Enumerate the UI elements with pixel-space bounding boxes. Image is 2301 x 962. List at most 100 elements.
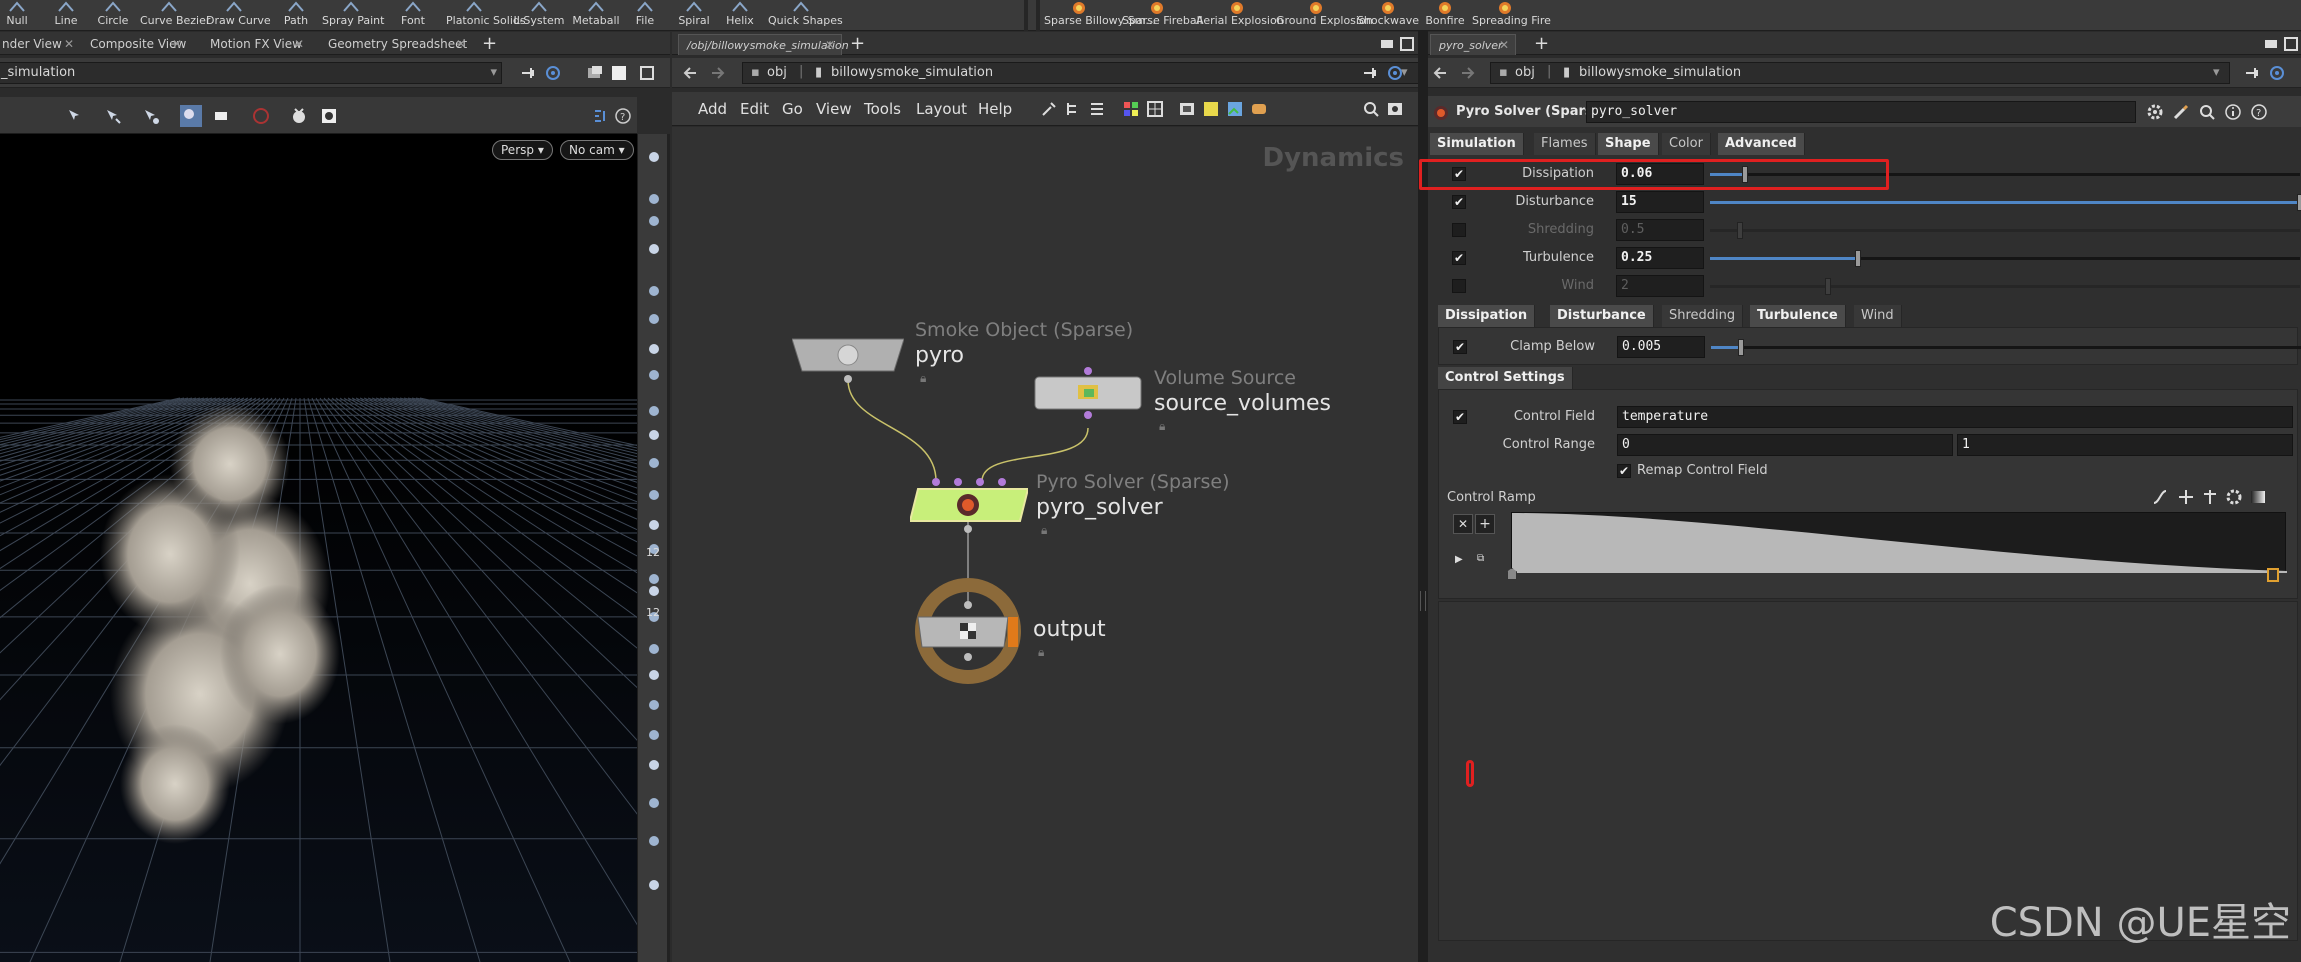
shelf-tool-file[interactable]: File [630,0,660,31]
view-eye-icon[interactable] [1386,100,1404,118]
tab-composite-view[interactable]: Composite View ✕ [82,34,188,55]
scene-path-field[interactable]: _simulation ▾ [0,62,502,84]
control-ramp-graph[interactable] [1511,512,2287,573]
shelf-tool-font[interactable]: Font [396,0,430,31]
back-arrow-icon[interactable] [1432,64,1450,82]
remap-checkbox[interactable]: ✔ [1617,464,1631,478]
search-icon[interactable] [2198,103,2216,121]
smoke-icon[interactable] [645,402,663,420]
shelf-tool-fireball[interactable]: Sparse Fireball [1122,0,1203,31]
ramp-add-icon[interactable]: + [1475,514,1495,534]
forward-arrow-icon[interactable] [708,64,726,82]
tab-motion-fx-view[interactable]: Motion FX View ✕ [202,34,310,55]
mesh-icon[interactable] [645,726,663,744]
link-icon[interactable] [544,64,562,82]
brush-icon[interactable] [2172,103,2190,121]
pin-icon[interactable] [645,876,663,894]
handle-tool-icon[interactable] [142,107,160,125]
turbulence-knob[interactable] [1855,250,1861,267]
node-solver-name[interactable]: pyro_solver [1036,495,1163,520]
tab-flames[interactable]: Flames [1534,133,1596,155]
control-range-max[interactable]: 1 [1957,434,2293,456]
select-tool-icon[interactable] [66,107,84,125]
disturbance-knob[interactable] [2297,194,2301,211]
subtab-wind[interactable]: Wind [1854,305,1902,327]
camera-icon[interactable] [645,366,663,384]
shelf-tool-circle[interactable]: Circle [96,0,130,31]
shelf-tool-curve-bezier[interactable]: Curve Bezier [140,0,210,31]
shelf-tool-bonfire[interactable]: Bonfire [1420,0,1470,31]
shelf-icon[interactable] [645,582,663,600]
tab-network-path[interactable]: /obj/billowysmoke_simulation ✕ [678,34,849,55]
menu-tools[interactable]: Tools [864,100,901,118]
subtab-dissipation[interactable]: Dissipation [1438,305,1536,327]
link-icon[interactable] [2268,64,2286,82]
checker-icon[interactable] [645,666,663,684]
light-icon[interactable] [645,310,663,328]
list-view-icon[interactable] [1088,100,1106,118]
shelf-tool-null[interactable]: Null [2,0,32,31]
menu-help[interactable]: Help [978,100,1012,118]
ramp-pivot-icon[interactable] [2177,488,2195,506]
add-tab-icon[interactable]: + [850,33,865,54]
shelf-tool-helix[interactable]: Helix [720,0,760,31]
point-icon[interactable] [645,454,663,472]
tab-menu-icon[interactable] [2262,35,2280,53]
pin-icon[interactable] [2244,64,2262,82]
wand-icon[interactable] [645,640,663,658]
help-icon[interactable]: ? [2250,103,2268,121]
shelf-tool-billowy-smoke[interactable]: Sparse Billowy Sm... [1044,0,1156,31]
tab-advanced[interactable]: Advanced [1718,133,1805,155]
pin-icon[interactable] [1362,64,1380,82]
network-path-field[interactable]: ▪ obj | ▮ billowysmoke_simulation ▾ [742,62,1422,84]
tab-shape[interactable]: Shape [1598,133,1659,155]
tab-render-view[interactable]: nder View ✕ [0,34,80,55]
maximize-icon[interactable] [1398,35,1416,53]
menu-view[interactable]: View [816,100,852,118]
menu-add[interactable]: Add [698,100,727,118]
render-region-icon[interactable] [212,107,230,125]
shelf-tool-spreading-fire[interactable]: Spreading Fire [1472,0,1551,31]
sticky-note-icon[interactable] [1202,100,1220,118]
disturbance-checkbox[interactable]: ✔ [1452,195,1466,209]
menu-edit[interactable]: Edit [740,100,769,118]
ramp-flip-icon[interactable] [2201,488,2219,506]
network-canvas[interactable]: Dynamics Smoke Object (Sparse) pyro 🔒︎ V… [672,127,1418,962]
ramp-interp-icon[interactable] [2151,488,2169,506]
tab-param-node[interactable]: pyro_solver ✕ [1430,34,1516,55]
ramp-expand-icon[interactable]: ▶ [1455,554,1463,565]
sphere-icon[interactable] [645,282,663,300]
maximize-icon[interactable] [2282,35,2300,53]
back-arrow-icon[interactable] [682,64,700,82]
shelf-tool-spray-paint[interactable]: Spray Paint [322,0,384,31]
clamp-below-field[interactable]: 0.005 [1617,336,1705,358]
frame-icon[interactable] [645,794,663,812]
disturbance-slider[interactable] [1710,194,2301,211]
tab-simulation[interactable]: Simulation [1430,133,1524,155]
ramp-settings-icon[interactable] [2225,488,2243,506]
path-node[interactable]: billowysmoke_simulation [1579,63,1741,83]
shredding-slider[interactable] [1710,222,2300,239]
ramp-gradient-icon[interactable] [2249,488,2267,506]
background-image-icon[interactable] [1226,100,1244,118]
wind-checkbox[interactable] [1452,279,1466,293]
tab-control-settings[interactable]: Control Settings [1438,367,1573,389]
tab-color[interactable]: Color [1662,133,1711,155]
clamp-below-slider[interactable] [1711,339,2301,356]
param-path-field[interactable]: ▪ obj | ▮ billowysmoke_simulation ▾ [1490,62,2230,84]
pin-icon[interactable] [520,64,538,82]
wind-knob[interactable] [1825,278,1831,295]
path-node[interactable]: billowysmoke_simulation [831,63,993,83]
path-root[interactable]: obj [1515,63,1535,83]
settings-icon[interactable] [320,107,338,125]
subtab-turbulence[interactable]: Turbulence [1750,305,1846,327]
flip-icon[interactable] [645,426,663,444]
scene-viewport[interactable]: Persp ▾ No cam ▾ [0,134,637,962]
shredding-field[interactable]: 0.5 [1616,219,1704,241]
path-root[interactable]: obj [767,63,787,83]
shredding-checkbox[interactable] [1452,223,1466,237]
shelf-tool-shockwave[interactable]: Shockwave [1352,0,1424,31]
pen-icon[interactable] [645,516,663,534]
shelf-tool-platonic-solids[interactable]: Platonic Solids [446,0,526,31]
node-pyro[interactable] [792,337,904,383]
